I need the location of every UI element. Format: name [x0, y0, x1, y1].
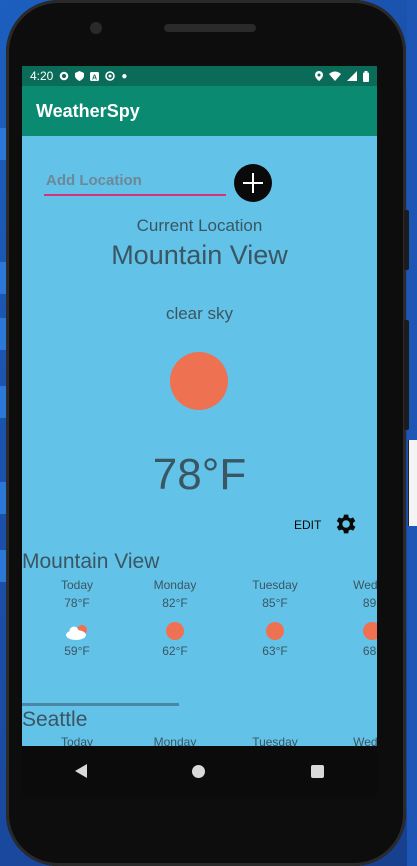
forecast-high: 78°F	[64, 596, 90, 610]
forecast-day-name: Monday	[153, 735, 197, 746]
recents-icon[interactable]	[311, 764, 325, 778]
battery-icon	[363, 70, 369, 82]
signal-icon	[347, 71, 357, 81]
forecast-high: 89°	[362, 596, 377, 610]
forecast-low: 68°	[362, 644, 377, 658]
forecast-day-name: Tuesday	[252, 735, 298, 746]
app-screen: 4:20 A ● WeatherSpy Current Location Mou…	[22, 66, 377, 746]
forecast-low: 62°F	[162, 644, 188, 658]
a-icon: A	[90, 71, 100, 81]
forecast-day: Today	[27, 735, 127, 746]
earpiece-speaker	[164, 24, 256, 32]
forecast-high: 82°F	[162, 596, 188, 610]
home-icon[interactable]	[192, 764, 206, 778]
current-location-label: Current Location	[136, 216, 263, 235]
sun-icon	[266, 622, 284, 640]
current-city: Mountain View	[111, 240, 288, 270]
app-bar: WeatherSpy	[22, 86, 377, 136]
dot-icon: ●	[121, 70, 128, 82]
svg-text:A: A	[92, 74, 97, 81]
navigation-bar	[22, 746, 377, 796]
forecast-day-name: Tuesday	[252, 578, 298, 592]
edit-button[interactable]: EDIT	[294, 518, 321, 532]
app-title: WeatherSpy	[36, 100, 140, 121]
volume-button[interactable]	[404, 210, 409, 270]
weather-condition: clear sky	[165, 304, 234, 323]
forecast-day: Tuesday 85°F 63°F	[225, 578, 325, 662]
forecast-day-name: Wedne	[353, 735, 377, 746]
wifi-icon	[329, 71, 341, 81]
sync-icon	[105, 71, 116, 81]
forecast-day-name: Monday	[153, 578, 197, 592]
settings-icon	[60, 71, 69, 81]
forecast-city-title: Seattle	[22, 708, 88, 731]
forecast-day-name: Wedne	[353, 578, 377, 592]
add-location-button[interactable]	[234, 164, 272, 202]
current-temperature: 78°F	[152, 450, 247, 499]
forecast-low: 63°F	[262, 644, 288, 658]
desktop-edge	[407, 0, 417, 866]
forecast-low: 59°F	[64, 644, 90, 658]
forecast-day: Monday	[125, 735, 225, 746]
shield-icon	[75, 71, 85, 81]
forecast-day: Monday 82°F 62°F	[125, 578, 225, 662]
add-location-input[interactable]	[44, 166, 226, 196]
location-icon	[315, 71, 323, 81]
forecast-high: 85°F	[262, 596, 288, 610]
gear-icon[interactable]	[332, 511, 358, 537]
partly-cloudy-icon	[66, 625, 87, 640]
sun-icon	[363, 622, 377, 640]
forecast-city-title: Mountain View	[22, 550, 160, 573]
power-button[interactable]	[404, 320, 409, 430]
forecast-day: Tuesday	[225, 735, 325, 746]
scroll-indicator[interactable]	[22, 703, 179, 706]
sun-icon	[170, 352, 228, 410]
plus-icon	[243, 173, 263, 193]
forecast-day-name: Today	[60, 578, 94, 592]
forecast-day: Wedne 89° 68°	[322, 578, 377, 662]
forecast-day: Wedne	[322, 735, 377, 746]
back-icon[interactable]	[74, 764, 87, 778]
status-time: 4:20	[30, 69, 54, 83]
desktop-window-edge	[408, 440, 417, 526]
sun-icon	[166, 622, 184, 640]
front-camera	[90, 22, 102, 34]
main-content: Current Location Mountain View clear sky…	[22, 136, 377, 746]
forecast-day-name: Today	[60, 735, 94, 746]
forecast-day: Today 78°F 59°F	[27, 578, 127, 662]
status-bar: 4:20 A ●	[22, 66, 377, 86]
